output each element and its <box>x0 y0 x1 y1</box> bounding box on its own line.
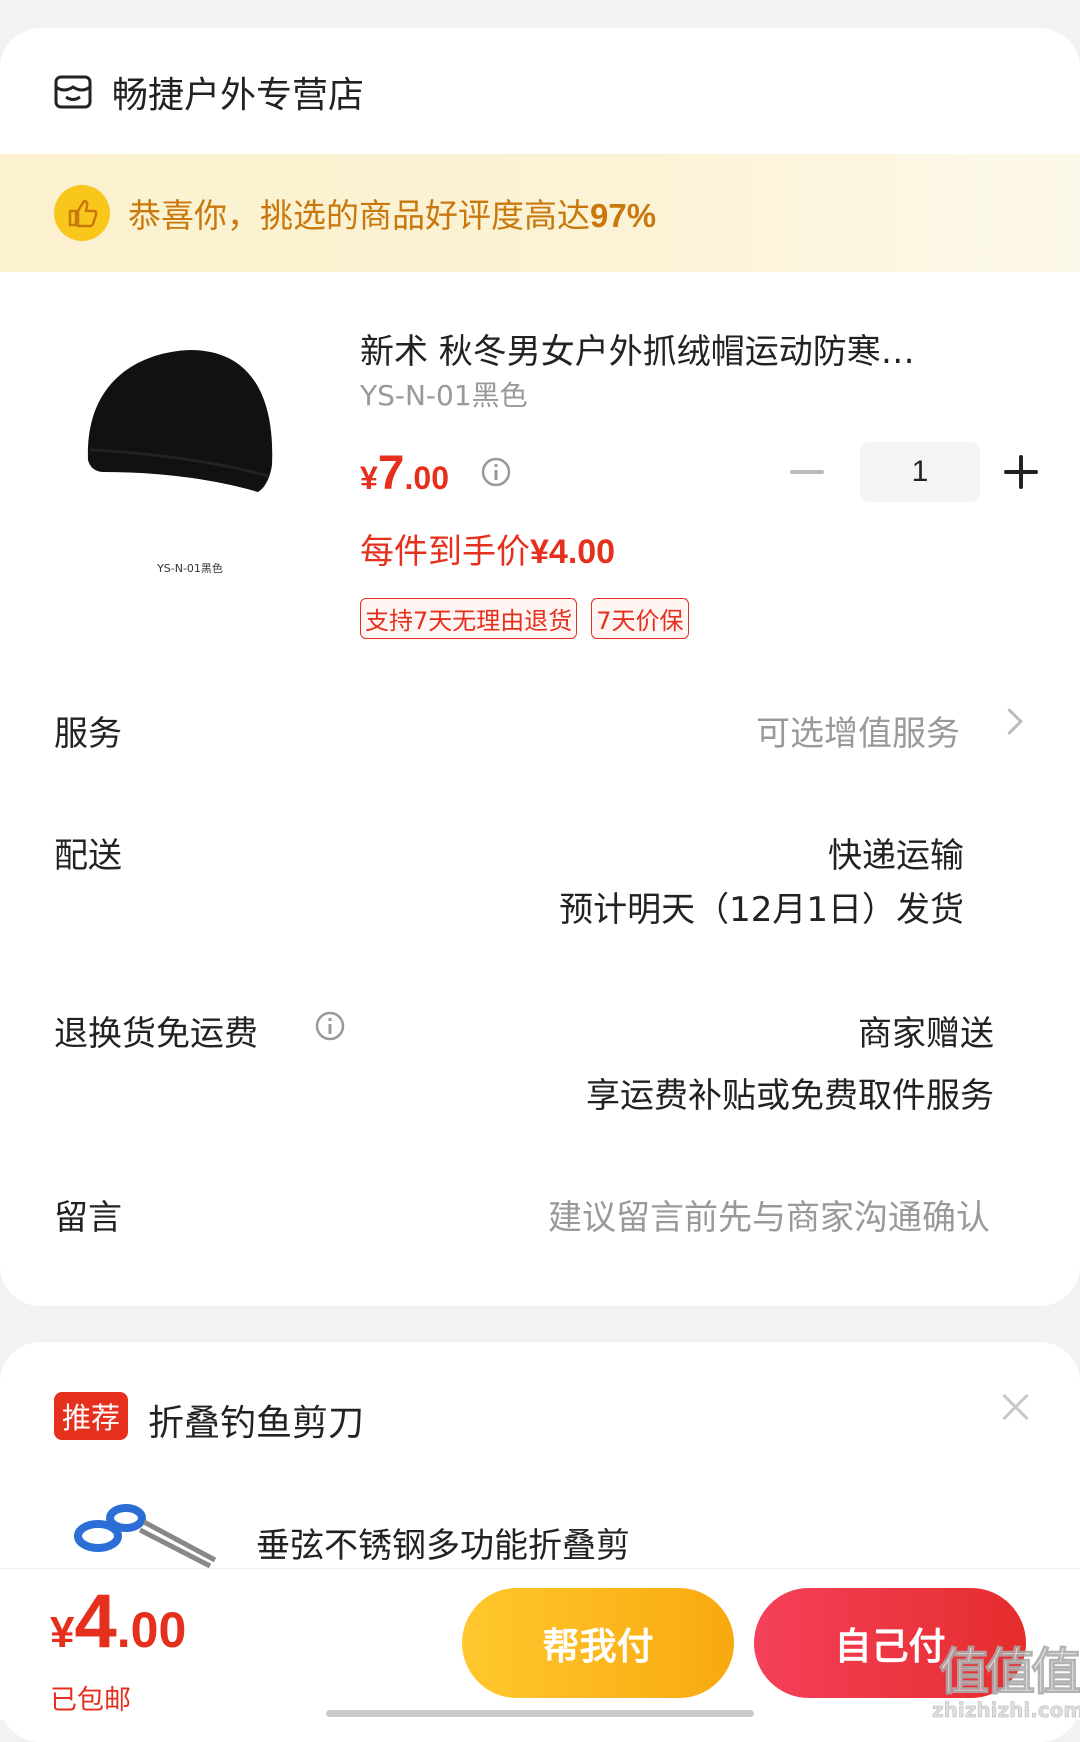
recommend-item-name[interactable]: 垂弦不锈钢多功能折叠剪 <box>256 1518 630 1567</box>
message-label: 留言 <box>54 1198 122 1238</box>
recommend-title: 折叠钓鱼剪刀 <box>148 1403 365 1444</box>
thumbs-up-icon <box>54 185 110 241</box>
watermark: 值值值 zhizhizhi.com <box>932 1643 1080 1723</box>
close-icon[interactable] <box>1000 1392 1030 1422</box>
store-name: 畅捷户外专营店 <box>112 75 365 116</box>
per-item-price: 每件到手价¥4.00 <box>360 532 616 572</box>
product-price: ¥7.00 <box>360 447 449 500</box>
return-shipping-label: 退换货免运费 <box>54 1014 258 1054</box>
message-input[interactable]: 建议留言前先与商家沟通确认 <box>440 1190 990 1239</box>
help-pay-button[interactable]: 帮我付 <box>462 1588 734 1698</box>
quantity-field[interactable]: 1 <box>860 442 980 502</box>
service-label: 服务 <box>54 714 122 754</box>
total-price: ¥4.00 <box>50 1579 187 1664</box>
banner-text: 恭喜你，挑选的商品好评度高达97% <box>128 196 657 235</box>
product-image-caption: YS-N-01黑色 <box>157 562 223 575</box>
product-spec[interactable]: YS-N-01黑色 <box>360 374 528 414</box>
return-info-icon[interactable] <box>314 1010 346 1042</box>
rating-banner: 恭喜你，挑选的商品好评度高达97% <box>0 154 1080 272</box>
product-title[interactable]: 新术 秋冬男女户外抓绒帽运动防寒… <box>360 324 1000 373</box>
store-icon <box>54 75 92 109</box>
delivery-estimate: 预计明天（12月1日）发货 <box>559 890 964 930</box>
return-policy-tag: 支持7天无理由退货 <box>360 598 578 639</box>
delivery-label: 配送 <box>54 836 122 876</box>
home-indicator[interactable] <box>326 1710 754 1717</box>
decrease-button[interactable] <box>790 470 824 474</box>
price-info-icon[interactable] <box>480 456 512 488</box>
recommend-badge: 推荐 <box>54 1392 129 1440</box>
service-value[interactable]: 可选增值服务 <box>620 706 960 755</box>
return-shipping-value: 商家赠送 <box>858 1014 994 1054</box>
shipping-note: 已包邮 <box>50 1685 131 1716</box>
delivery-method: 快递运输 <box>828 836 964 876</box>
service-tags: 支持7天无理由退货 7天价保 <box>360 598 703 639</box>
price-protect-tag: 7天价保 <box>591 598 689 639</box>
rating-value: 97% <box>590 197 657 234</box>
recommend-product-image[interactable] <box>70 1500 220 1570</box>
quantity-stepper: 1 <box>790 442 1038 502</box>
product-image[interactable]: YS-N-01黑色 <box>60 300 320 590</box>
return-shipping-detail: 享运费补贴或免费取件服务 <box>586 1076 994 1116</box>
store-header[interactable]: 畅捷户外专营店 <box>54 62 364 122</box>
increase-button[interactable] <box>1004 455 1038 489</box>
